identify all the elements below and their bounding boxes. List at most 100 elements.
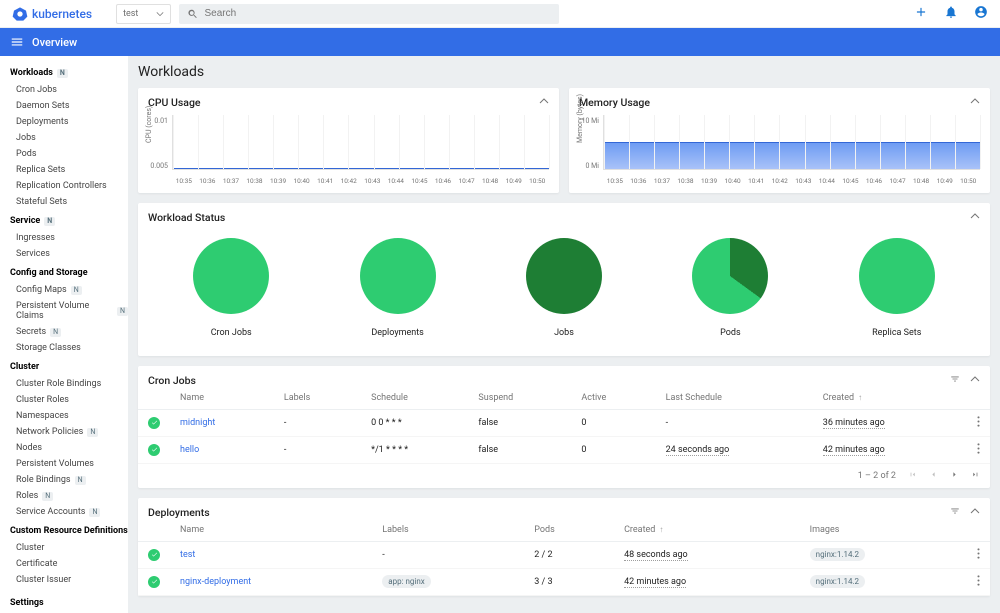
sort-arrow-icon: ↑ [659, 525, 663, 534]
sidebar-item[interactable]: Config MapsN [10, 282, 128, 298]
notifications-icon[interactable] [944, 5, 958, 22]
sidebar-item[interactable]: Certificate [10, 556, 128, 572]
cron-jobs-card: Cron Jobs NameLabelsScheduleSuspendActiv… [138, 366, 990, 488]
column-header[interactable]: Labels [274, 387, 361, 410]
x-tick: 10:44 [384, 177, 408, 185]
sidebar-item[interactable]: Deployments [10, 114, 128, 130]
collapse-button[interactable] [539, 96, 549, 109]
sidebar-item[interactable]: Cluster Roles [10, 392, 128, 408]
label-chip: app: nginx [382, 575, 431, 588]
collapse-button[interactable] [970, 506, 980, 519]
column-header[interactable]: Created↑ [614, 519, 800, 542]
sidebar-item[interactable]: Jobs [10, 130, 128, 146]
namespace-select[interactable]: test [116, 4, 171, 24]
sidebar-group[interactable]: Custom Resource Definitions [10, 526, 128, 536]
sidebar-item[interactable]: Namespaces [10, 408, 128, 424]
sidebar-item[interactable]: Ingresses [10, 230, 128, 246]
sidebar-group[interactable]: Cluster [10, 362, 128, 372]
card-title: Cron Jobs [148, 374, 196, 387]
sidebar-group[interactable]: Config and Storage [10, 268, 128, 278]
donut-label: Cron Jobs [211, 328, 252, 338]
sidebar-item[interactable]: Replication Controllers [10, 178, 128, 194]
sidebar-item[interactable]: Role BindingsN [10, 472, 128, 488]
x-tick: 10:37 [650, 177, 674, 185]
account-icon[interactable] [974, 5, 988, 22]
search-input[interactable] [204, 8, 551, 19]
sidebar-settings[interactable]: Settings [10, 598, 128, 608]
menu-button[interactable] [10, 35, 24, 49]
filter-button[interactable] [950, 374, 960, 387]
collapse-button[interactable] [970, 96, 980, 109]
column-header[interactable]: Labels [372, 519, 524, 542]
resource-link[interactable]: test [180, 550, 195, 560]
column-header[interactable]: Suspend [468, 387, 571, 410]
x-tick: 10:44 [815, 177, 839, 185]
sidebar-item[interactable]: SecretsN [10, 324, 128, 340]
row-menu-button[interactable] [977, 579, 980, 589]
column-header[interactable]: Schedule [361, 387, 468, 410]
sidebar-item[interactable]: Services [10, 246, 128, 262]
cell-suspend: false [468, 437, 571, 464]
sidebar-group[interactable]: ServiceN [10, 216, 128, 226]
column-header[interactable]: Last Schedule [656, 387, 813, 410]
x-tick: 10:46 [862, 177, 886, 185]
sidebar-item[interactable]: Replica Sets [10, 162, 128, 178]
row-menu-button[interactable] [977, 420, 980, 430]
sidebar-item[interactable]: RolesN [10, 488, 128, 504]
y-axis-label: CPU (cores) [145, 106, 153, 143]
x-tick: 10:38 [674, 177, 698, 185]
sidebar-item[interactable]: Pods [10, 146, 128, 162]
x-tick: 10:45 [839, 177, 863, 185]
resource-link[interactable]: nginx-deployment [180, 577, 251, 587]
page-next-button[interactable] [950, 470, 959, 482]
y-axis-label: Memory (bytes) [576, 94, 584, 143]
column-header[interactable]: Name [170, 519, 372, 542]
collapse-button[interactable] [970, 374, 980, 387]
sidebar-item[interactable]: Persistent Volumes [10, 456, 128, 472]
search-input-wrap[interactable] [179, 4, 559, 24]
sidebar-item[interactable]: Network PoliciesN [10, 424, 128, 440]
sidebar-item[interactable]: Cluster Issuer [10, 572, 128, 588]
cell-last-schedule: 24 seconds ago [666, 445, 730, 456]
page-title: Workloads [138, 64, 990, 80]
status-donut: Pods [692, 238, 768, 338]
column-header[interactable]: Pods [524, 519, 614, 542]
x-tick: 10:39 [697, 177, 721, 185]
sidebar-group[interactable]: WorkloadsN [10, 68, 128, 78]
add-button[interactable] [914, 5, 928, 22]
sidebar-item[interactable]: Cron Jobs [10, 82, 128, 98]
sidebar-item[interactable]: Cluster [10, 540, 128, 556]
image-chip: nginx:1.14.2 [810, 575, 865, 588]
sidebar-item[interactable]: Stateful Sets [10, 194, 128, 210]
logo[interactable]: kubernetes [12, 6, 92, 22]
kubernetes-icon [12, 6, 28, 22]
x-tick: 10:48 [478, 177, 502, 185]
chip: N [71, 286, 82, 295]
page-prev-button[interactable] [929, 470, 938, 482]
sidebar-item[interactable]: Storage Classes [10, 340, 128, 356]
status-ok-icon [148, 444, 160, 456]
column-header[interactable]: Created↑ [813, 387, 967, 410]
collapse-button[interactable] [970, 211, 980, 224]
status-donut: Cron Jobs [193, 238, 269, 338]
column-header[interactable]: Name [170, 387, 274, 410]
row-menu-button[interactable] [977, 447, 980, 457]
sidebar-item[interactable]: Service AccountsN [10, 504, 128, 520]
sidebar-item[interactable]: Nodes [10, 440, 128, 456]
sidebar-item[interactable]: Daemon Sets [10, 98, 128, 114]
namespace-value: test [123, 9, 138, 19]
x-tick: 10:41 [313, 177, 337, 185]
chip: N [87, 428, 98, 437]
page-first-button[interactable] [908, 470, 917, 482]
column-header[interactable]: Active [571, 387, 655, 410]
sidebar-item[interactable]: Persistent Volume ClaimsN [10, 298, 128, 324]
row-menu-button[interactable] [977, 552, 980, 562]
resource-link[interactable]: midnight [180, 418, 215, 428]
column-header[interactable]: Images [800, 519, 967, 542]
chip: N [42, 492, 53, 501]
page-last-button[interactable] [971, 470, 980, 482]
resource-link[interactable]: hello [180, 445, 199, 455]
filter-button[interactable] [950, 506, 960, 519]
sidebar-item[interactable]: Cluster Role Bindings [10, 376, 128, 392]
x-tick: 10:50 [525, 177, 549, 185]
